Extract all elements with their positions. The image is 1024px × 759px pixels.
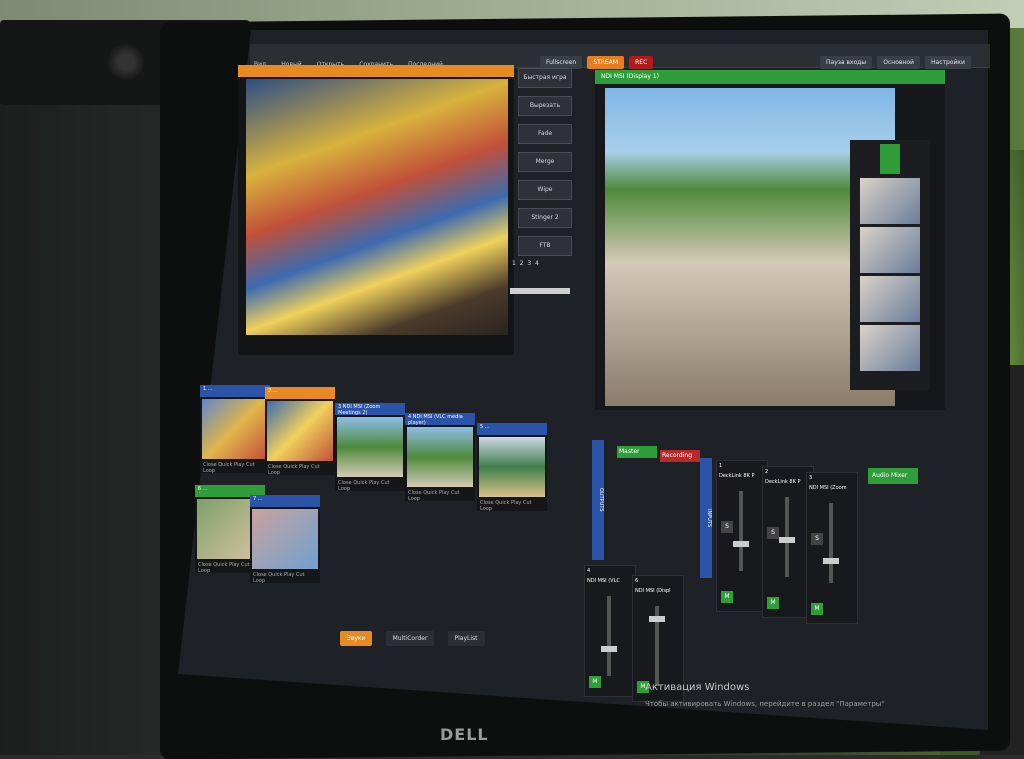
gallery-thumb: [860, 276, 920, 322]
volume-fader[interactable]: [601, 596, 617, 676]
channel-number: 6: [635, 578, 639, 584]
input-controls[interactable]: Close Quick Play Cut Loop: [265, 463, 335, 477]
volume-fader[interactable]: [823, 503, 839, 583]
wipe-button[interactable]: Wipe: [518, 180, 572, 200]
volume-fader[interactable]: [649, 606, 665, 686]
fader-knob[interactable]: [779, 537, 795, 543]
inputs-label: INPUTS: [700, 458, 712, 578]
output-header: NDI MSI (Display 1): [595, 70, 945, 84]
windows-activation-title: Активация Windows: [645, 682, 750, 693]
fader-knob[interactable]: [733, 541, 749, 547]
input-tile[interactable]: 3 NDI MSI (Zoom Meetings 2) Close Quick …: [335, 403, 405, 493]
recording-label: Recording: [660, 450, 700, 462]
mute-button[interactable]: M: [721, 591, 733, 603]
input-thumbnail: [407, 427, 473, 487]
audio-mixer-button[interactable]: Audio Mixer: [868, 468, 918, 484]
mute-button[interactable]: M: [767, 597, 779, 609]
input-thumbnail: [202, 399, 268, 459]
channel-name: NDI MSI (Displ: [635, 588, 671, 594]
fader-knob[interactable]: [601, 646, 617, 652]
settings-button[interactable]: Настройки: [925, 56, 971, 69]
inputs-panel: 1 ... Close Quick Play Cut Loop 2 ... Cl…: [195, 365, 575, 645]
channel-name: NDI MSI (VLC: [587, 578, 620, 584]
input-tile[interactable]: 5 ... Close Quick Play Cut Loop: [477, 423, 547, 513]
channel-number: 1: [719, 463, 723, 469]
input-tile[interactable]: 1 ... Close Quick Play Cut Loop: [200, 385, 270, 475]
channel-number: 4: [587, 568, 591, 574]
speaker-grille: [108, 44, 144, 80]
stream-button[interactable]: STREAM: [587, 56, 625, 69]
sounds-button[interactable]: Звуки: [340, 631, 373, 646]
solo-button[interactable]: S: [811, 533, 823, 545]
fader-knob[interactable]: [823, 558, 839, 564]
input-thumbnail: [479, 437, 545, 497]
input-controls[interactable]: Close Quick Play Cut Loop: [250, 571, 320, 585]
ftb-button[interactable]: FTB: [518, 236, 572, 256]
channel-strip: 3 NDI MSI (Zoom S M: [806, 472, 858, 624]
channel-number: 3: [809, 475, 813, 481]
volume-fader[interactable]: [779, 497, 795, 577]
input-label: 5 ...: [477, 423, 547, 435]
gallery-indicator: [880, 144, 900, 174]
input-label: 4 NDI MSI (VLC media player): [405, 413, 475, 426]
cut-button[interactable]: Вырезать: [518, 96, 572, 116]
main-button[interactable]: Основной: [877, 56, 920, 69]
solo-button[interactable]: S: [767, 527, 779, 539]
mute-button[interactable]: M: [811, 603, 823, 615]
input-controls[interactable]: Close Quick Play Cut Loop: [335, 479, 405, 493]
outputs-label: OUTPUTS: [592, 440, 604, 560]
transition-number[interactable]: 3: [527, 260, 531, 267]
pause-inputs-button[interactable]: Пауза входы: [820, 56, 873, 69]
input-label: 1 ...: [200, 385, 270, 397]
input-tile[interactable]: 4 NDI MSI (VLC media player) Close Quick…: [405, 413, 475, 503]
input-thumbnail: [267, 401, 333, 461]
input-tile[interactable]: 7 ... Close Quick Play Cut Loop: [250, 495, 320, 585]
channel-name: DeckLink 8K P: [719, 473, 755, 479]
gallery-thumb: [860, 325, 920, 371]
solo-button[interactable]: S: [721, 521, 733, 533]
multicorder-button[interactable]: MultiCorder: [385, 631, 435, 646]
channel-strip: 1 DeckLink 8K P S M: [716, 460, 768, 612]
transition-number[interactable]: 2: [520, 260, 524, 267]
fader-knob[interactable]: [649, 616, 665, 622]
master-label: Master: [617, 446, 657, 458]
preview-video[interactable]: [246, 79, 508, 335]
preview-header: [238, 65, 514, 77]
merge-button[interactable]: Merge: [518, 152, 572, 172]
quick-play-button[interactable]: Быстрая игра: [518, 68, 572, 88]
input-thumbnail: [252, 509, 318, 569]
stinger-button[interactable]: Stinger 2: [518, 208, 572, 228]
input-tile[interactable]: 2 ... Close Quick Play Cut Loop: [265, 387, 335, 477]
transition-numbers: 1 2 3 4: [512, 260, 539, 267]
fade-button[interactable]: Fade: [518, 124, 572, 144]
bottom-toolbar: Звуки MultiCorder PlayList: [340, 625, 600, 655]
dell-logo: DELL: [440, 725, 489, 744]
transition-number[interactable]: 1: [512, 260, 516, 267]
windows-activation-subtitle: Чтобы активировать Windows, перейдите в …: [645, 700, 885, 708]
zoom-gallery: [850, 140, 930, 390]
input-thumbnail: [337, 417, 403, 477]
input-controls[interactable]: Close Quick Play Cut Loop: [405, 489, 475, 503]
input-controls[interactable]: Close Quick Play Cut Loop: [477, 499, 547, 513]
input-label: 2 ...: [265, 387, 335, 399]
transitions-panel: Быстрая игра Вырезать Fade Merge Wipe St…: [510, 68, 580, 318]
rec-button[interactable]: REC: [629, 56, 654, 69]
input-controls[interactable]: Close Quick Play Cut Loop: [200, 461, 270, 475]
input-label: 3 NDI MSI (Zoom Meetings 2): [335, 403, 405, 416]
mute-button[interactable]: M: [589, 676, 601, 688]
gallery-thumb: [860, 227, 920, 273]
preview-panel: [238, 65, 514, 355]
playlist-button[interactable]: PlayList: [447, 631, 485, 646]
gallery-thumb: [860, 178, 920, 224]
volume-fader[interactable]: [733, 491, 749, 571]
transition-number[interactable]: 4: [535, 260, 539, 267]
tbar-slider[interactable]: [510, 288, 570, 294]
channel-name: NDI MSI (Zoom: [809, 485, 847, 491]
input-label: 7 ...: [250, 495, 320, 507]
